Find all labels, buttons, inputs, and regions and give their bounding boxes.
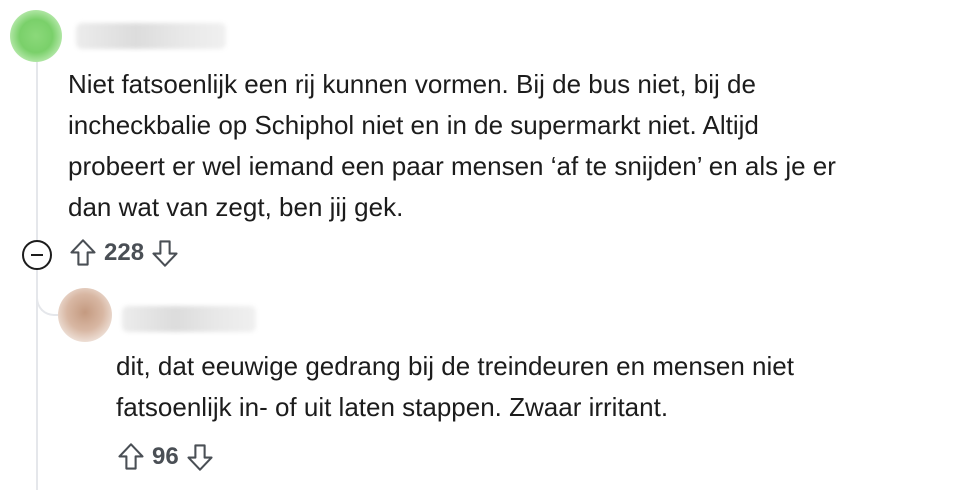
arrow-up-icon xyxy=(118,443,144,470)
vote-bar: 96 xyxy=(116,440,215,474)
comment-text: dit, dat eeuwige gedrang bij de treindeu… xyxy=(116,346,794,428)
thread-line xyxy=(36,58,38,490)
score: 228 xyxy=(104,239,145,266)
username-redacted xyxy=(122,306,256,332)
upvote-button[interactable] xyxy=(116,440,146,474)
comment-line: Niet fatsoenlijk een rij kunnen vormen. … xyxy=(68,69,756,99)
username-redacted xyxy=(76,23,226,49)
comment-line: dit, dat eeuwige gedrang bij de treindeu… xyxy=(116,351,794,381)
avatar[interactable] xyxy=(58,288,112,342)
score: 96 xyxy=(152,443,179,470)
arrow-up-icon xyxy=(70,239,96,266)
collapse-thread-button[interactable] xyxy=(22,240,52,270)
vote-bar: 228 xyxy=(68,236,180,270)
comment-line: incheckbalie op Schiphol niet en in de s… xyxy=(68,110,759,140)
upvote-button[interactable] xyxy=(68,236,98,270)
comment-line: dan wat van zegt, ben jij gek. xyxy=(68,192,404,222)
comment-line: probeert er wel iemand een paar mensen ‘… xyxy=(68,151,836,181)
comment-line: fatsoenlijk in- of uit laten stappen. Zw… xyxy=(116,392,669,422)
arrow-down-icon xyxy=(187,444,213,471)
downvote-button[interactable] xyxy=(150,236,180,270)
arrow-down-icon xyxy=(152,240,178,267)
downvote-button[interactable] xyxy=(185,440,215,474)
comment-text: Niet fatsoenlijk een rij kunnen vormen. … xyxy=(68,64,836,228)
avatar[interactable] xyxy=(10,10,62,62)
